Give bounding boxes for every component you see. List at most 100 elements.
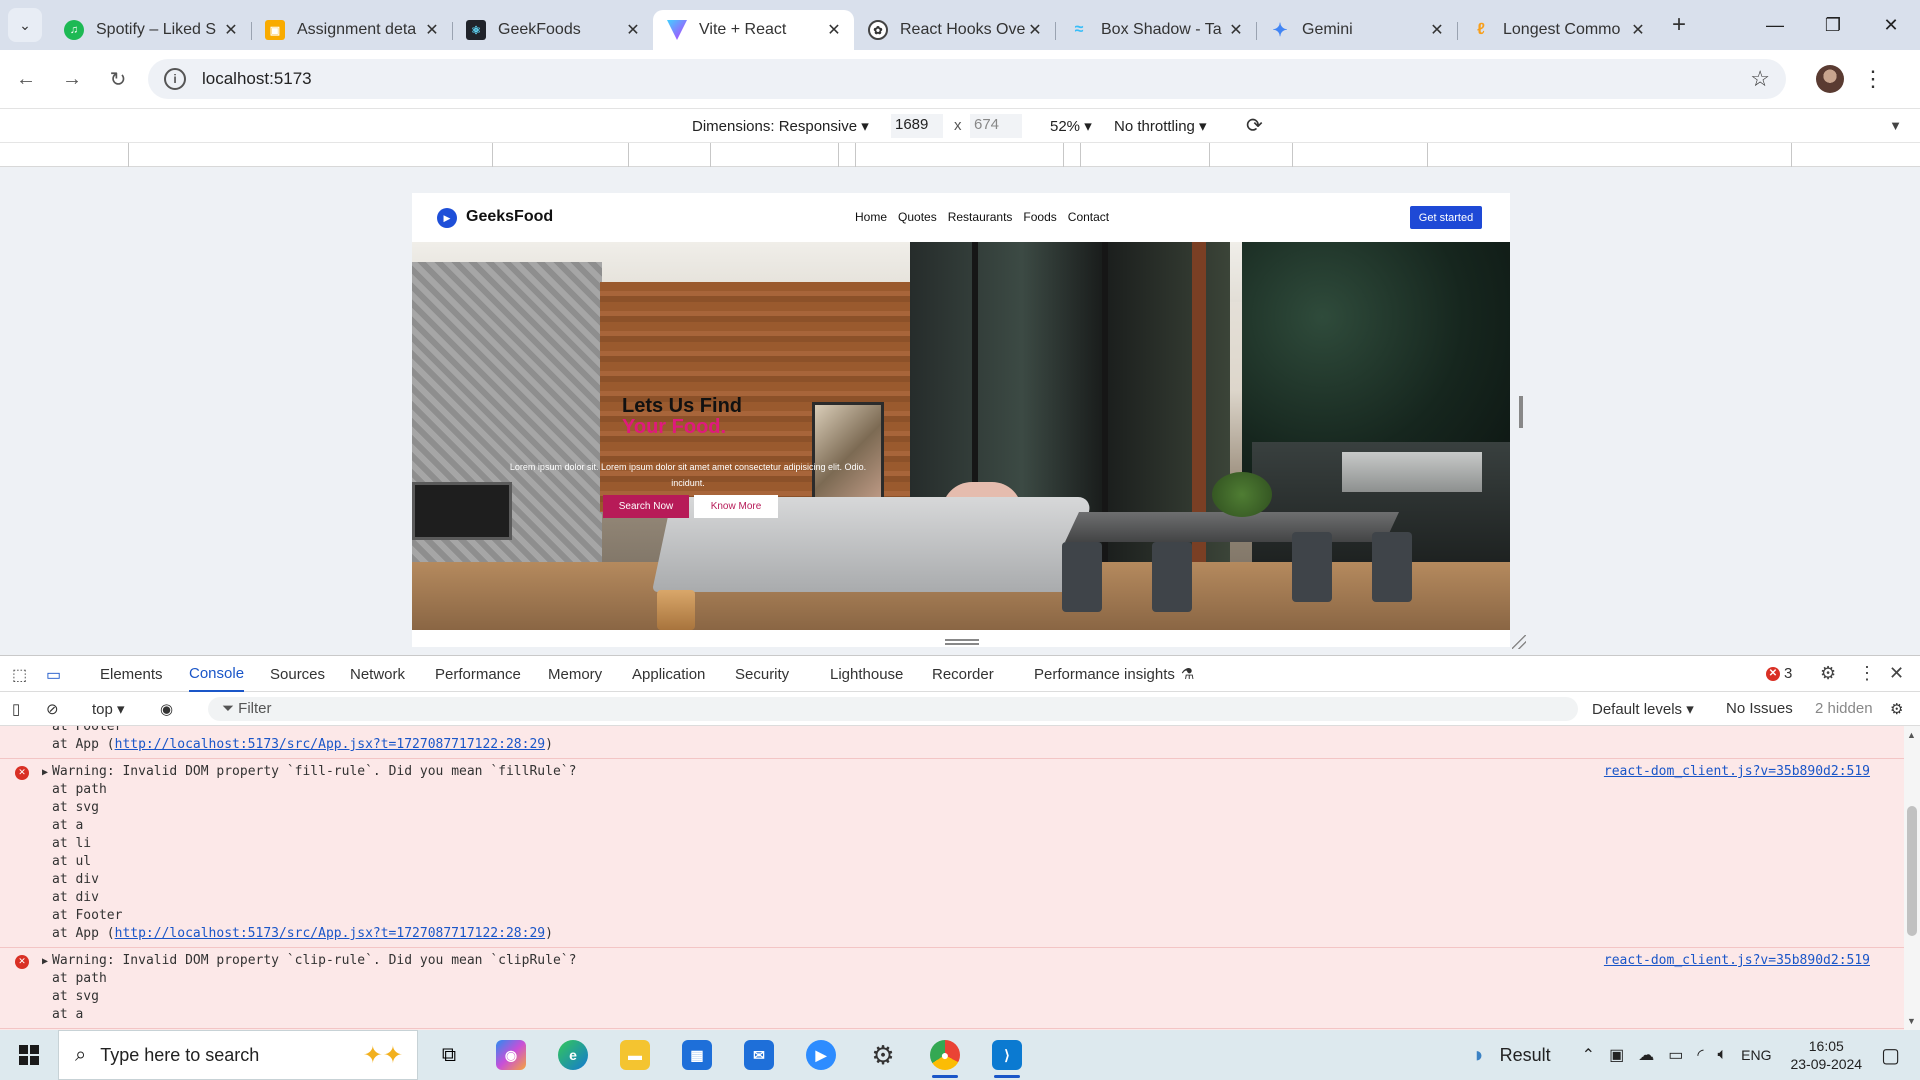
onedrive-icon[interactable]: ☁	[1638, 1045, 1654, 1065]
tab-security[interactable]: Security	[735, 656, 789, 692]
console-filter-input[interactable]: ⏷ Filter	[208, 697, 1578, 721]
source-link[interactable]: react-dom_client.js?v=35b890d2:519	[1604, 953, 1870, 968]
notifications-icon[interactable]: ▢	[1881, 1043, 1900, 1068]
taskbar-search-box[interactable]: ⌕ Type here to search ✦✦	[58, 1030, 418, 1080]
console-settings-icon[interactable]: ⚙	[1890, 700, 1903, 718]
media-query-marker[interactable]	[1063, 143, 1064, 167]
device-toggle-icon[interactable]: ▭	[46, 665, 61, 685]
tab-performance-insights[interactable]: Performance insights ⚗	[1034, 656, 1194, 692]
back-button[interactable]: ←	[6, 59, 46, 99]
inspect-element-icon[interactable]: ⬚	[12, 665, 27, 685]
site-logo[interactable]: GeeksFood	[466, 208, 553, 226]
close-icon[interactable]: ✕	[1025, 20, 1045, 40]
media-query-marker[interactable]	[838, 143, 839, 167]
throttling-dropdown[interactable]: No throttling ▾	[1114, 117, 1207, 135]
url-text[interactable]: localhost:5173	[202, 69, 1750, 89]
media-query-marker[interactable]	[1080, 143, 1081, 167]
media-query-marker[interactable]	[1427, 143, 1428, 167]
scroll-down-arrow-icon[interactable]: ▼	[1907, 1016, 1916, 1026]
tab-memory[interactable]: Memory	[548, 656, 602, 692]
nav-link-foods[interactable]: Foods	[1023, 210, 1056, 224]
weather-label[interactable]: Result	[1500, 1045, 1551, 1066]
vscode-button[interactable]: ⟩	[976, 1030, 1038, 1080]
mail-button[interactable]: ✉	[728, 1030, 790, 1080]
new-tab-button[interactable]: +	[1662, 8, 1696, 42]
resize-handle-bottom[interactable]	[945, 639, 979, 645]
width-input[interactable]: 1689	[891, 114, 943, 138]
media-query-marker[interactable]	[628, 143, 629, 167]
minimize-button[interactable]: —	[1746, 0, 1804, 50]
profile-avatar[interactable]	[1816, 65, 1844, 93]
reload-button[interactable]: ↻	[98, 59, 138, 99]
close-devtools-icon[interactable]: ✕	[1889, 663, 1904, 684]
media-query-marker[interactable]	[855, 143, 856, 167]
tab-sources[interactable]: Sources	[270, 656, 325, 692]
clock[interactable]: 16:05 23-09-2024	[1790, 1037, 1862, 1073]
show-hidden-icons-chevron-icon[interactable]: ⌃	[1582, 1045, 1595, 1065]
close-icon[interactable]: ✕	[824, 20, 844, 40]
media-query-marker[interactable]	[1292, 143, 1293, 167]
media-query-marker[interactable]	[128, 143, 129, 167]
close-icon[interactable]: ✕	[1427, 20, 1447, 40]
tab-search-button[interactable]: ⌄	[8, 8, 42, 42]
console-entry[interactable]: ✕ ▶ Warning: Invalid DOM property `fill-r…	[0, 759, 1904, 948]
edge-button[interactable]: e	[542, 1030, 604, 1080]
nav-link-contact[interactable]: Contact	[1068, 210, 1109, 224]
tab-spotify[interactable]: ♫ Spotify – Liked S ✕	[50, 10, 251, 50]
media-query-marker[interactable]	[1209, 143, 1210, 167]
clear-console-icon[interactable]: ⊘	[46, 700, 59, 718]
tab-lighthouse[interactable]: Lighthouse	[830, 656, 903, 692]
tab-geekfoods[interactable]: ⚛ GeekFoods ✕	[452, 10, 653, 50]
tab-react-hooks[interactable]: ✿ React Hooks Ove ✕	[854, 10, 1055, 50]
live-expression-eye-icon[interactable]: ◉	[160, 700, 173, 718]
console-scrollbar[interactable]: ▲ ▼	[1904, 726, 1920, 1031]
address-bar[interactable]: i localhost:5173 ☆	[148, 59, 1786, 99]
devtools-menu-icon[interactable]: ⋮	[1858, 663, 1876, 684]
meet-icon[interactable]: ▣	[1609, 1045, 1624, 1065]
settings-button[interactable]: ⚙	[852, 1030, 914, 1080]
resize-handle-right[interactable]	[1519, 396, 1523, 428]
file-explorer-button[interactable]: ▬	[604, 1030, 666, 1080]
context-selector[interactable]: top ▾	[92, 700, 125, 718]
rotate-icon[interactable]: ⟳	[1246, 113, 1263, 138]
tab-recorder[interactable]: Recorder	[932, 656, 994, 692]
restore-button[interactable]: ❐	[1804, 0, 1862, 50]
stack-link[interactable]: http://localhost:5173/src/App.jsx?t=1727…	[115, 926, 545, 941]
tab-network[interactable]: Network	[350, 656, 405, 692]
copilot-button[interactable]: ◉	[480, 1030, 542, 1080]
zoom-button[interactable]: ▶	[790, 1030, 852, 1080]
expand-caret-icon[interactable]: ▶	[42, 767, 48, 778]
close-window-button[interactable]: ✕	[1862, 0, 1920, 50]
media-query-marker[interactable]	[1791, 143, 1792, 167]
tab-longest-common[interactable]: ℓ Longest Commo ✕	[1457, 10, 1658, 50]
expand-caret-icon[interactable]: ▶	[42, 956, 48, 967]
store-button[interactable]: ▦	[666, 1030, 728, 1080]
dimensions-dropdown[interactable]: Dimensions: Responsive ▾	[692, 117, 869, 135]
scroll-thumb[interactable]	[1907, 806, 1917, 936]
get-started-button[interactable]: Get started	[1410, 206, 1482, 229]
source-link[interactable]: react-dom_client.js?v=35b890d2:519	[1604, 764, 1870, 779]
tab-application[interactable]: Application	[632, 656, 705, 692]
close-icon[interactable]: ✕	[1226, 20, 1246, 40]
nav-link-home[interactable]: Home	[855, 210, 887, 224]
close-icon[interactable]: ✕	[221, 20, 241, 40]
tab-vite-react[interactable]: Vite + React ✕	[653, 10, 854, 50]
tab-performance[interactable]: Performance	[435, 656, 521, 692]
play-logo-icon[interactable]: ▶	[437, 208, 457, 228]
resize-handle-corner[interactable]	[1512, 635, 1526, 649]
know-more-button[interactable]: Know More	[694, 495, 778, 518]
sidebar-toggle-icon[interactable]: ▯	[12, 700, 20, 718]
wifi-icon[interactable]: ◜	[1697, 1045, 1703, 1065]
tab-console[interactable]: Console	[189, 656, 245, 692]
close-icon[interactable]: ✕	[1628, 20, 1648, 40]
search-now-button[interactable]: Search Now	[603, 495, 689, 518]
forward-button[interactable]: →	[52, 59, 92, 99]
start-button[interactable]	[0, 1030, 58, 1080]
tab-gemini[interactable]: ✦ Gemini ✕	[1256, 10, 1457, 50]
media-query-marker[interactable]	[710, 143, 711, 167]
browser-menu-icon[interactable]: ⋮	[1862, 66, 1884, 92]
settings-gear-icon[interactable]: ⚙	[1820, 663, 1836, 684]
scroll-up-arrow-icon[interactable]: ▲	[1907, 730, 1916, 740]
close-icon[interactable]: ✕	[422, 20, 442, 40]
error-counter[interactable]: ✕ 3	[1766, 665, 1792, 682]
